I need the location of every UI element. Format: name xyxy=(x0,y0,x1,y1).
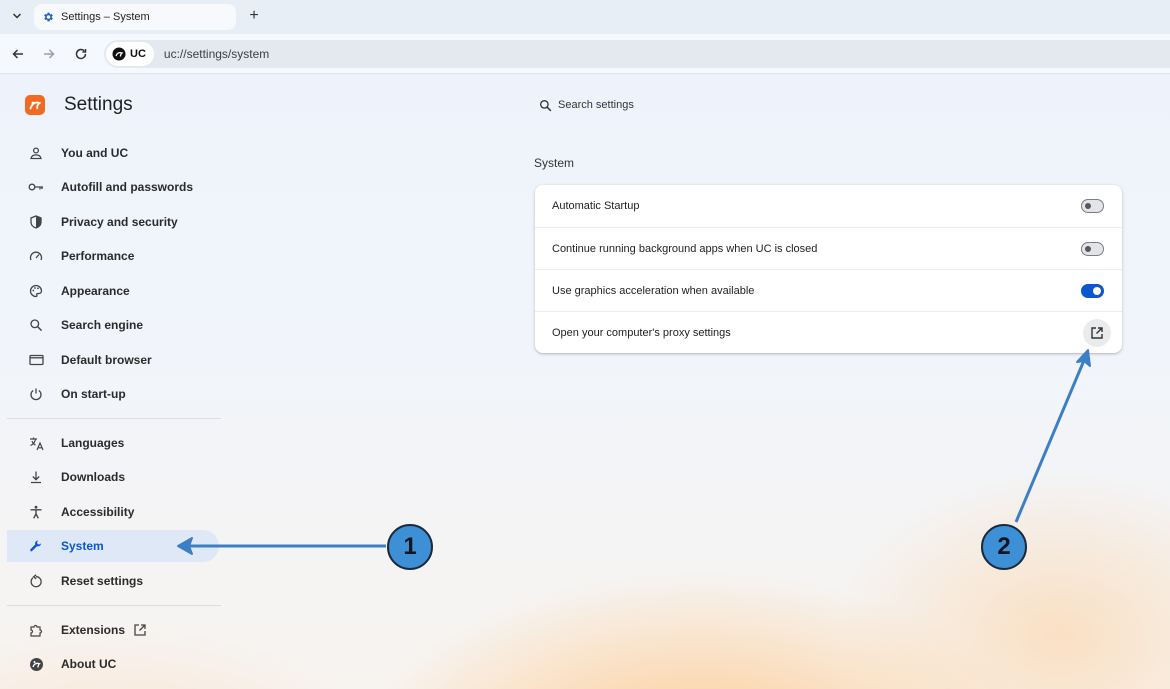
annotation-arrows xyxy=(177,349,1091,555)
annotation-arrow-2 xyxy=(1014,357,1087,523)
annotation-badge-1: 1 xyxy=(387,524,433,570)
annotation-arrowhead-1 xyxy=(177,537,193,555)
annotation-badge-2: 2 xyxy=(981,524,1027,570)
